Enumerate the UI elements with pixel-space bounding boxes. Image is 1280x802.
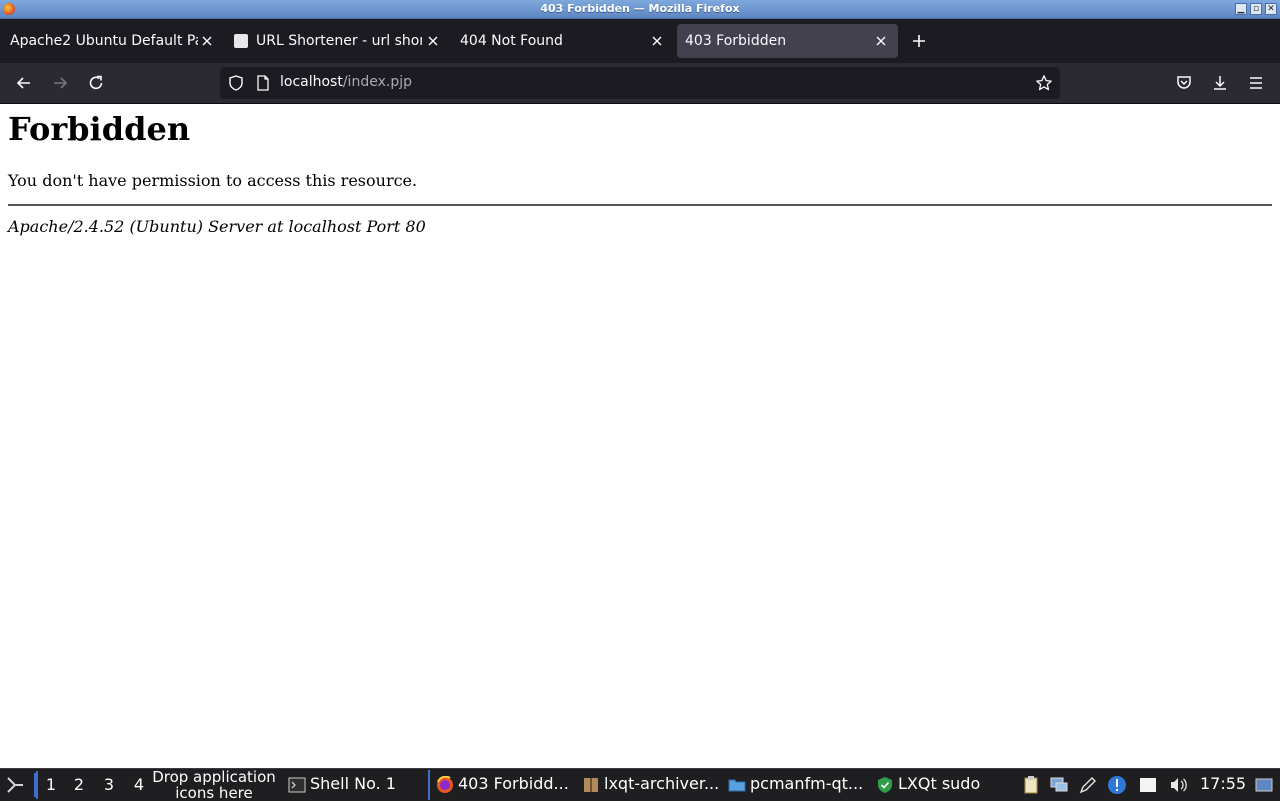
window-title: 403 Forbidden — Mozilla Firefox — [540, 2, 740, 15]
tab-label: 404 Not Found — [460, 33, 563, 49]
back-icon[interactable] — [15, 74, 33, 92]
terminal-icon — [288, 777, 306, 793]
tab-strip: Apache2 Ubuntu Default Page URL Shortene… — [0, 19, 1280, 63]
url-host: localhost — [280, 74, 343, 90]
url-shortener-favicon-icon — [234, 34, 248, 48]
firefox-icon — [437, 776, 453, 793]
desktop-4[interactable]: 4 — [126, 771, 152, 799]
bookmark-star-icon[interactable] — [1035, 74, 1053, 92]
nav-toolbar: localhost/index.pjp — [0, 63, 1280, 104]
task-lxqt-sudo[interactable]: LXQt sudo — [870, 770, 1000, 800]
archive-icon — [584, 778, 598, 792]
downloads-icon[interactable] — [1211, 74, 1229, 92]
show-desktop-icon[interactable] — [1254, 775, 1274, 795]
desktop-2[interactable]: 2 — [66, 771, 92, 799]
tab-url-shortener[interactable]: URL Shortener - url shortener — [226, 24, 448, 58]
clipboard-icon[interactable] — [1021, 775, 1041, 795]
page-content: Forbidden You don't have permission to a… — [0, 104, 1280, 768]
shield-check-icon — [878, 777, 892, 793]
notification-info-icon[interactable] — [1107, 775, 1127, 795]
clock[interactable]: 17:55 — [1200, 769, 1246, 799]
desktop-3[interactable]: 3 — [96, 771, 122, 799]
tab-label: URL Shortener - url shortener — [256, 33, 422, 49]
menu-hamburger-icon[interactable] — [1247, 74, 1265, 92]
task-label: pcmanfm-qt... — [750, 774, 864, 793]
error-message: You don't have permission to access this… — [8, 171, 418, 190]
forward-icon[interactable] — [51, 74, 69, 92]
task-firefox[interactable]: 403 Forbidd... — [428, 770, 574, 800]
task-file-manager[interactable]: pcmanfm-qt... — [722, 770, 866, 800]
reload-icon[interactable] — [87, 74, 105, 92]
volume-icon[interactable] — [1168, 775, 1188, 795]
pocket-icon[interactable] — [1175, 74, 1193, 92]
url-text[interactable]: localhost/index.pjp — [280, 74, 412, 90]
close-tab-icon[interactable] — [650, 34, 664, 48]
tab-label: 403 Forbidden — [685, 33, 787, 49]
url-path: /index.pjp — [342, 74, 412, 90]
quicklaunch-drop-area[interactable]: Drop application icons here — [150, 769, 278, 801]
page-info-icon[interactable] — [255, 75, 271, 91]
close-tab-icon[interactable] — [426, 34, 440, 48]
window-titlebar[interactable]: 403 Forbidden — Mozilla Firefox ▁ ▫ ✕ — [0, 0, 1280, 19]
desktop-1[interactable]: 1 — [36, 771, 64, 799]
pen-icon[interactable] — [1078, 775, 1098, 795]
close-tab-icon[interactable] — [874, 34, 888, 48]
server-signature: Apache/2.4.52 (Ubuntu) Server at localho… — [8, 217, 426, 236]
url-bar[interactable]: localhost/index.pjp — [220, 67, 1060, 99]
tab-403-forbidden[interactable]: 403 Forbidden — [677, 24, 898, 58]
network-icon[interactable] — [1049, 775, 1069, 795]
task-archiver[interactable]: lxqt-archiver... — [576, 770, 720, 800]
new-tab-icon[interactable] — [910, 32, 928, 50]
minimize-icon[interactable]: ▁ — [1235, 3, 1247, 15]
page-heading: Forbidden — [8, 110, 191, 148]
tab-label: Apache2 Ubuntu Default Page — [10, 33, 198, 49]
tab-apache-default[interactable]: Apache2 Ubuntu Default Page — [0, 24, 222, 58]
task-label: LXQt sudo — [898, 774, 981, 793]
maximize-icon[interactable]: ▫ — [1250, 3, 1262, 15]
close-tab-icon[interactable] — [200, 34, 214, 48]
main-menu-icon[interactable] — [4, 775, 26, 795]
task-label: Shell No. 1 — [310, 774, 396, 793]
screen-icon[interactable] — [1138, 775, 1158, 795]
taskbar: 1 2 3 4 Drop application icons here Shel… — [0, 768, 1280, 801]
task-label: 403 Forbidd... — [458, 774, 569, 793]
close-window-icon[interactable]: ✕ — [1265, 3, 1277, 15]
tracking-protection-shield-icon[interactable] — [227, 74, 245, 92]
folder-icon — [728, 779, 746, 792]
tab-404-not-found[interactable]: 404 Not Found — [450, 24, 672, 58]
task-label: lxqt-archiver... — [604, 774, 720, 793]
task-shell[interactable]: Shell No. 1 — [282, 770, 422, 800]
divider — [8, 204, 1272, 206]
